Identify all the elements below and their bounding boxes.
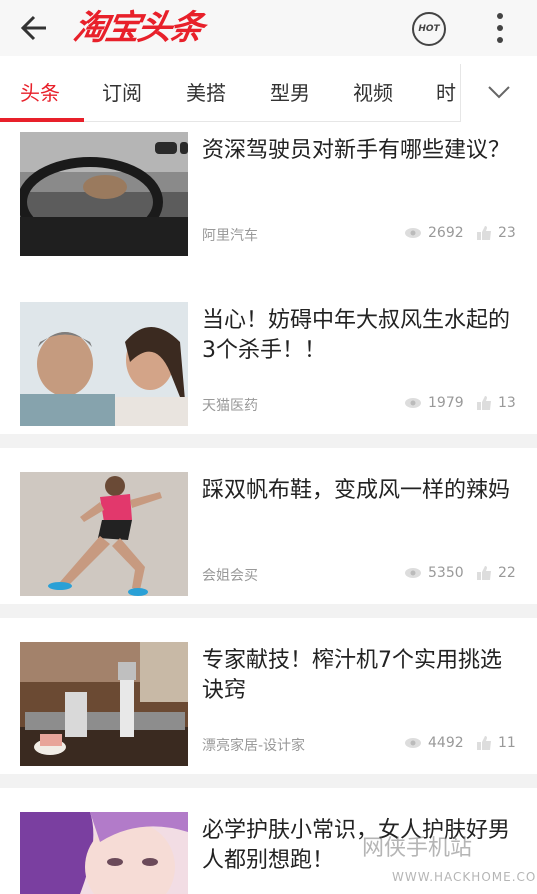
eye-icon [405,398,421,408]
thumbs-up-icon [477,396,491,410]
thumbs-up-icon [477,566,491,580]
article-thumbnail-kitchen [20,642,188,766]
tab-menswear[interactable]: 型男 [270,64,310,122]
article-thumbnail-couple [20,302,188,426]
view-count: 4492 [404,735,464,751]
tab-outfits[interactable]: 美搭 [186,64,226,122]
app-header: 淘宝头条 HOT [0,0,537,56]
article-source: 漂亮家居-设计家 [202,738,306,754]
article-thumbnail-runner [20,472,188,596]
like-count[interactable]: 13 [476,395,516,411]
article-thumbnail-skincare [20,812,188,894]
article-item[interactable]: 当心！妨碍中年大叔风生水起的3个杀手！！ 天猫医药 1979 13 [0,278,537,448]
thumbs-up-icon [477,736,491,750]
chevron-down-icon [488,86,510,99]
like-count[interactable]: 11 [476,735,516,751]
back-arrow-icon[interactable] [18,12,52,44]
watermark-url: WWW.HACKHOME.COM [392,870,537,884]
article-source: 天猫医药 [202,398,258,414]
article-title[interactable]: 踩双帆布鞋，变成风一样的辣妈 [202,476,518,506]
article-item[interactable]: 专家献技！榨汁机7个实用挑选诀窍 漂亮家居-设计家 4492 11 [0,618,537,788]
tab-subscribe[interactable]: 订阅 [102,64,142,122]
divider [0,774,537,788]
view-count: 1979 [404,395,464,411]
category-tabs: 头条 订阅 美搭 型男 视频 时 [0,64,537,122]
article-item[interactable]: 踩双帆布鞋，变成风一样的辣妈 会姐会买 5350 22 [0,448,537,618]
eye-icon [405,738,421,748]
article-thumbnail-car [20,132,188,256]
hot-icon[interactable]: HOT [412,12,446,46]
view-count: 5350 [404,565,464,581]
tab-fashion[interactable]: 时 [436,64,456,122]
expand-tabs-button[interactable] [460,64,537,122]
more-menu-icon[interactable] [488,12,512,44]
thumbs-up-icon [477,226,491,240]
divider [0,604,537,618]
taobao-headlines-logo: 淘宝头条 [70,8,206,48]
watermark-text: 网侠手机站 [362,836,473,861]
like-count[interactable]: 23 [476,225,516,241]
article-source: 会姐会买 [202,568,258,584]
tab-video[interactable]: 视频 [353,64,393,122]
article-item[interactable]: 资深驾驶员对新手有哪些建议？ 阿里汽车 2692 23 [0,122,537,292]
article-source: 阿里汽车 [202,228,258,244]
eye-icon [405,228,421,238]
divider [0,434,537,448]
article-title[interactable]: 资深驾驶员对新手有哪些建议？ [202,136,518,166]
view-count: 2692 [404,225,464,241]
article-title[interactable]: 专家献技！榨汁机7个实用挑选诀窍 [202,646,518,706]
tab-headlines[interactable]: 头条 [20,64,60,122]
like-count[interactable]: 22 [476,565,516,581]
article-title[interactable]: 当心！妨碍中年大叔风生水起的3个杀手！！ [202,306,518,366]
eye-icon [405,568,421,578]
